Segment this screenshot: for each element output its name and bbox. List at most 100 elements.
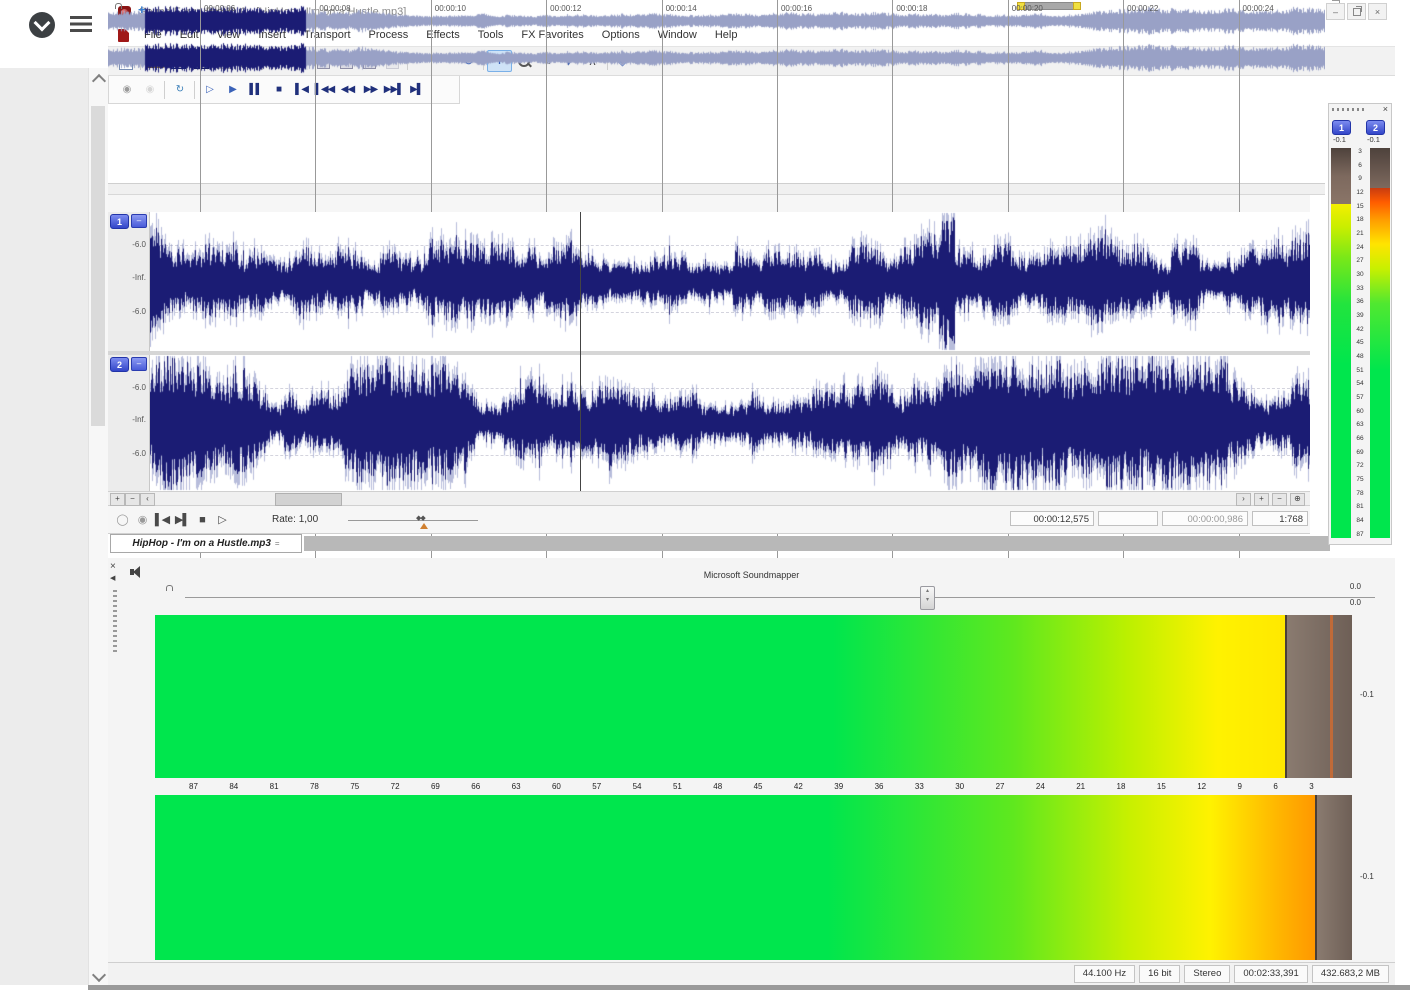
play-meters-panel: × 1 2 -0.1 -0.1 369121518212427303336394… [1328, 103, 1392, 545]
vu-meter-channel-2[interactable] [1370, 148, 1390, 538]
meter-1-peak-value[interactable]: -0.1 [1360, 690, 1374, 699]
vu-scale-label: 69 [1352, 449, 1368, 456]
channel-1-badge[interactable]: 1 [110, 214, 129, 229]
window-bottom-edge [88, 985, 1410, 990]
child-close-button[interactable]: × [1368, 3, 1387, 20]
vu-scale-label: 33 [1352, 285, 1368, 292]
horizontal-scrollbar-thumb[interactable] [275, 493, 342, 506]
channel-1-wave-area[interactable] [150, 212, 1310, 351]
status-field: 00:02:33,391 [1234, 965, 1307, 983]
vu-scale-label: 45 [1352, 339, 1368, 346]
channel-1-minimize-button[interactable]: – [131, 214, 147, 228]
document-tab-bar: HipHop - I'm on a Hustle.mp3 = [108, 534, 1310, 555]
zoom-in-button[interactable]: + [110, 493, 125, 506]
go-to-start-icon[interactable]: ▌◀ [152, 511, 172, 529]
panel-grip-handle[interactable] [1332, 108, 1366, 111]
stop-icon[interactable]: ■ [192, 511, 212, 529]
output-meter-1[interactable] [155, 615, 1350, 778]
meter-scale-label: 51 [673, 782, 682, 791]
record-remote-icon[interactable]: ◉ [138, 80, 161, 100]
waveform-channel-2[interactable] [150, 355, 1310, 491]
rate-default-marker-icon [420, 523, 428, 529]
db-label: -6.0 [132, 383, 146, 392]
meter-scale-label: 72 [391, 782, 400, 791]
meter-1-peak-marker [1330, 615, 1333, 778]
zoom-in-time-button[interactable]: + [1254, 493, 1269, 506]
hamburger-menu-icon[interactable] [70, 16, 92, 32]
meter-scale-label: 39 [834, 782, 843, 791]
dock-grip-handle[interactable] [113, 590, 117, 654]
play-icon[interactable]: ▷ [212, 511, 232, 529]
meter-scale-label: 45 [754, 782, 763, 791]
channel-2-badge[interactable]: 2 [110, 357, 129, 372]
rate-slider-track[interactable] [348, 520, 478, 521]
screenshot-root: Sound Forge Pro 11.0 - [HipHop - I'm on … [0, 0, 1410, 995]
meter-scale-label: 42 [794, 782, 803, 791]
vu-scale-label: 12 [1352, 189, 1368, 196]
meter-scale-label: 21 [1076, 782, 1085, 791]
meter-2-peak-value[interactable]: -0.1 [1360, 872, 1374, 881]
rate-label-group: Rate: 1,00 [272, 514, 318, 525]
vu-scale-label: 51 [1352, 367, 1368, 374]
vu-meter-channel-1[interactable] [1331, 148, 1351, 538]
db-label: -Inf. [132, 415, 146, 424]
meter-scale: 8784817875726966636057545148454239363330… [155, 778, 1350, 795]
rate-value[interactable]: 1,00 [299, 514, 318, 525]
zoom-ratio-readout[interactable]: 1:768 [1252, 511, 1308, 526]
document-tab[interactable]: HipHop - I'm on a Hustle.mp3 = [110, 534, 302, 553]
meter-scale-label: 48 [713, 782, 722, 791]
meter-2-level-fill [155, 795, 1315, 960]
record-mode-icon[interactable]: ◉ [132, 511, 152, 529]
vu-scale-label: 60 [1352, 408, 1368, 415]
channel-1-peak-value[interactable]: -0.1 [1333, 135, 1346, 144]
go-to-end-icon[interactable]: ▶▌ [172, 511, 192, 529]
meter-channel-1-button[interactable]: 1 [1332, 120, 1351, 135]
left-gray-strip [0, 68, 88, 985]
meter-scale-label: 60 [552, 782, 561, 791]
selection-length-readout[interactable]: 00:00:00,986 [1162, 511, 1248, 526]
channel-2[interactable]: 2 – -6.0 -Inf. -6.0 [108, 355, 1310, 491]
scroll-down-arrow-icon[interactable] [92, 968, 106, 982]
vu-scale-label: 63 [1352, 421, 1368, 428]
channel-2-minimize-button[interactable]: – [131, 357, 147, 371]
meter-scale-label: 27 [996, 782, 1005, 791]
panel-close-icon[interactable]: × [1383, 104, 1388, 114]
db-label: -6.0 [132, 240, 146, 249]
position-readout[interactable]: 00:00:12,575 [1010, 511, 1094, 526]
record-icon[interactable]: ◉ [115, 80, 138, 100]
page-vertical-scrollbar[interactable] [88, 68, 109, 985]
zoom-overview-button[interactable]: ⊕ [1290, 493, 1305, 506]
gain-value-1: 0.0 [1350, 582, 1361, 591]
rate-slider-handle[interactable]: ◆◆ [416, 514, 425, 522]
loop-playback-icon[interactable]: ↻ [168, 80, 191, 100]
scroll-up-arrow-icon[interactable] [92, 74, 106, 88]
vu-scale-label: 6 [1352, 162, 1368, 169]
status-field: Stereo [1184, 965, 1230, 983]
waveform-editor: 1 – -6.0 -Inf. -6.0 2 – [108, 212, 1310, 491]
playback-cursor[interactable] [580, 212, 581, 491]
waveform-channel-1[interactable] [150, 212, 1310, 351]
vu-scale-label: 30 [1352, 271, 1368, 278]
selection-start-readout[interactable] [1098, 511, 1158, 526]
output-meter-2[interactable] [155, 795, 1350, 960]
output-gain-slider-handle[interactable]: ▴▾ [920, 586, 935, 610]
meter-scale-label: 54 [633, 782, 642, 791]
zoom-out-button[interactable]: − [125, 493, 140, 506]
meter-scale-label: 66 [471, 782, 480, 791]
vu-scale-label: 81 [1352, 503, 1368, 510]
output-gain-slider-track[interactable] [185, 597, 1375, 598]
meter-channel-2-button[interactable]: 2 [1366, 120, 1385, 135]
scrollbar-thumb[interactable] [91, 106, 105, 426]
vu-scale-label: 39 [1352, 312, 1368, 319]
pocket-button[interactable] [29, 12, 55, 38]
vu-scale-label: 48 [1352, 353, 1368, 360]
meter-2-headroom [1315, 795, 1352, 960]
channel-1[interactable]: 1 – -6.0 -Inf. -6.0 [108, 212, 1310, 351]
meter-scale-label: 69 [431, 782, 440, 791]
record-icon[interactable]: ◯ [112, 511, 132, 529]
zoom-out-time-button[interactable]: − [1272, 493, 1287, 506]
scroll-right-button[interactable]: › [1236, 493, 1251, 506]
scroll-left-button[interactable]: ‹ [140, 493, 155, 506]
channel-2-peak-value[interactable]: -0.1 [1367, 135, 1380, 144]
channel-2-wave-area[interactable] [150, 355, 1310, 491]
